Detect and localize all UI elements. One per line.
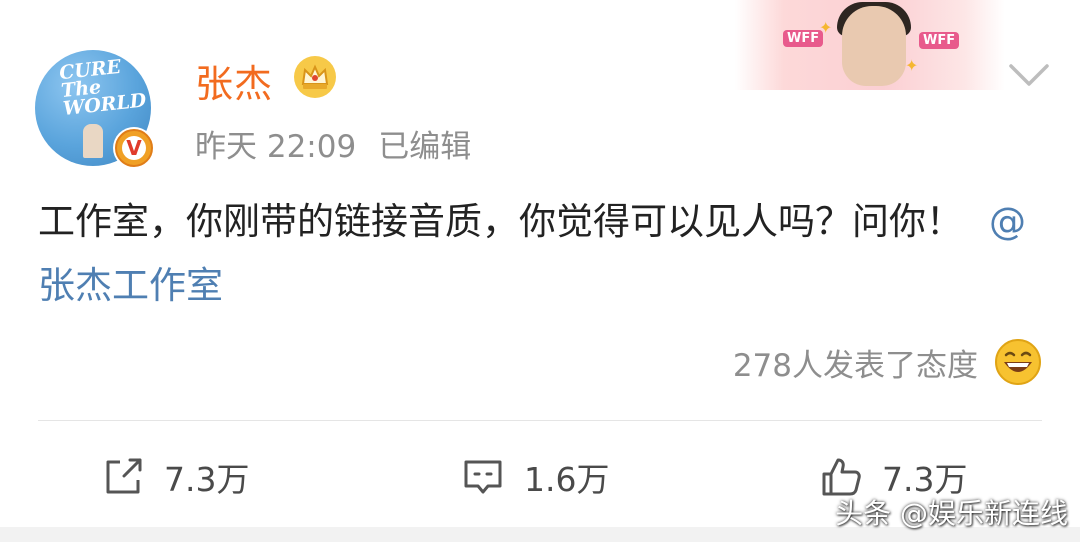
- decorative-banner: WFF WFF ✦ ✦: [735, 0, 1005, 90]
- banner-tag-right: WFF: [919, 32, 960, 49]
- comment-count: 1.6万: [524, 460, 610, 499]
- crown-icon: [294, 56, 336, 98]
- post-meta: 昨天 22:09 已编辑: [195, 121, 471, 166]
- edited-label: 已编辑: [378, 129, 472, 165]
- banner-figure-face: [842, 6, 906, 86]
- star-icon: ✦: [819, 18, 833, 37]
- reactions-text: 278人发表了态度: [732, 347, 978, 384]
- verified-badge: V: [113, 127, 155, 169]
- avatar-text: CURE The WORLD: [58, 55, 148, 121]
- comment-icon: [464, 460, 502, 494]
- repost-count: 7.3万: [164, 460, 250, 499]
- post-content: 工作室，你刚带的链接音质，你觉得可以见人吗？问你！ @张杰工作室: [38, 190, 1048, 318]
- author-name[interactable]: 张杰: [195, 53, 273, 108]
- banner-tag-left: WFF: [783, 30, 824, 47]
- verified-badge-letter: V: [122, 136, 146, 160]
- repost-icon: [106, 458, 142, 494]
- weibo-post-card: CURE The WORLD V 张杰 昨天 22:09 已编辑 WFF WFF …: [0, 0, 1080, 542]
- post-time: 昨天 22:09: [195, 129, 357, 165]
- repost-button[interactable]: 7.3万: [100, 452, 249, 502]
- reactions-summary[interactable]: 278人发表了态度: [733, 336, 1042, 388]
- comment-button[interactable]: 1.6万: [460, 452, 609, 502]
- avatar-figure: [83, 124, 103, 158]
- post-text: 工作室，你刚带的链接音质，你觉得可以见人吗？问你！: [38, 200, 963, 243]
- chevron-down-icon[interactable]: [1007, 60, 1051, 90]
- divider: [38, 420, 1042, 421]
- star-icon: ✦: [905, 56, 919, 75]
- watermark: 头条 @娱乐新连线: [835, 497, 1068, 530]
- grin-icon: [995, 339, 1041, 385]
